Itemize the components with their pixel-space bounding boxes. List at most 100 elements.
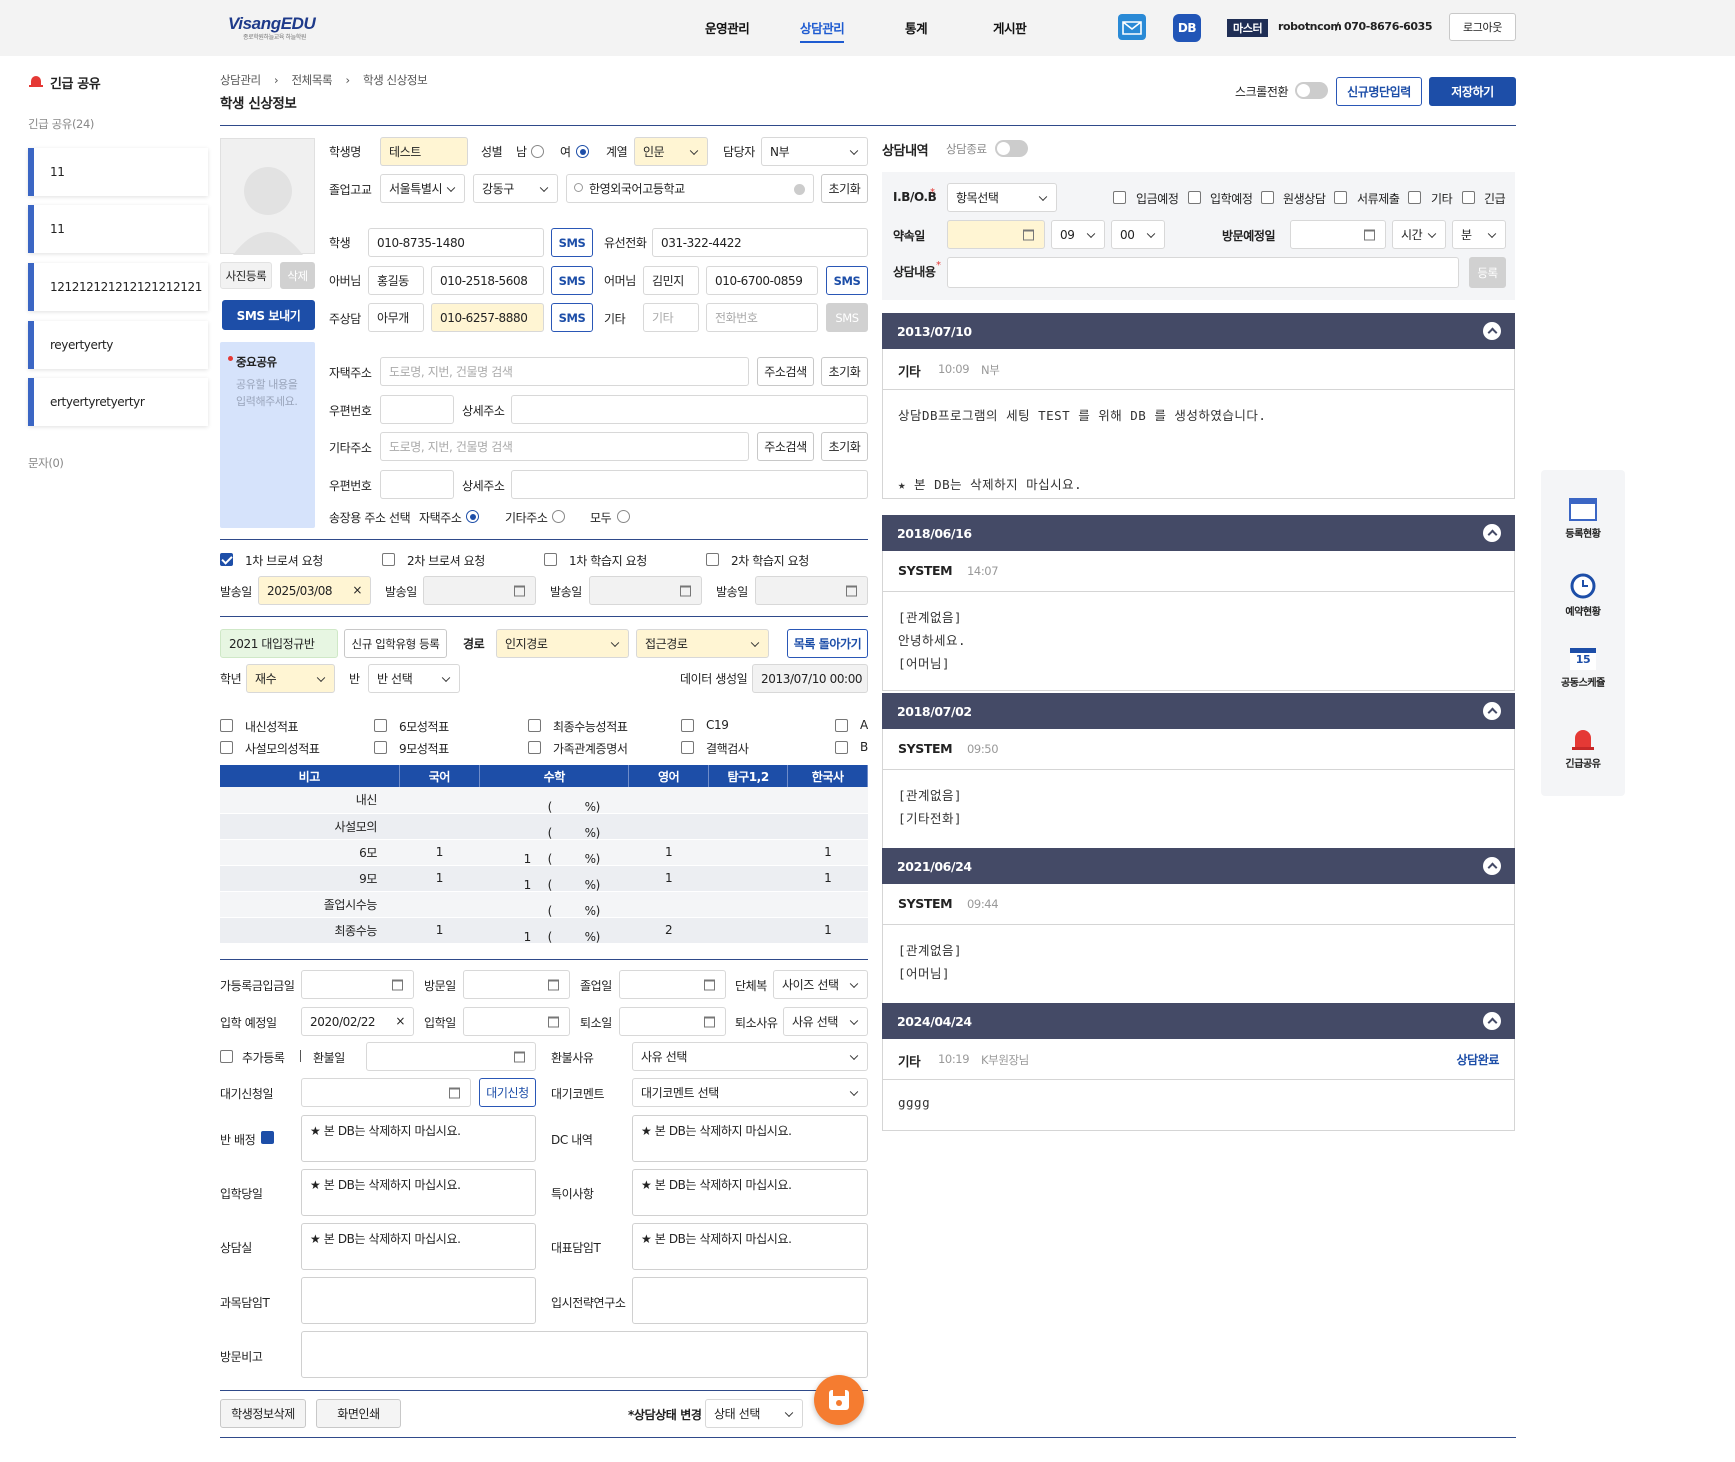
wait-apply-date-input[interactable] bbox=[301, 1078, 471, 1107]
consult-entry-header[interactable]: 2018/07/02 bbox=[882, 693, 1515, 729]
minute-select[interactable]: 00 bbox=[1111, 220, 1165, 249]
visit-plan-date-input[interactable] bbox=[1290, 220, 1386, 249]
chevron-up-icon[interactable] bbox=[1483, 857, 1501, 875]
table-cell[interactable]: (%) bbox=[479, 891, 629, 918]
main-contact-name-input[interactable]: 아무개 bbox=[368, 303, 424, 332]
mother-phone-input[interactable]: 010-6700-0859 bbox=[706, 266, 818, 295]
region2-select[interactable]: 강동구 bbox=[473, 174, 558, 203]
iob-select[interactable]: 항목선택 bbox=[947, 183, 1057, 212]
name-input[interactable]: 테스트 bbox=[380, 137, 468, 166]
sidebar-item[interactable]: 11 bbox=[28, 205, 208, 253]
doc-checkbox[interactable] bbox=[528, 719, 541, 732]
table-cell[interactable] bbox=[399, 787, 480, 814]
home-address-input[interactable]: 도로명, 지번, 건물명 검색 bbox=[380, 357, 749, 386]
visit-note-textarea[interactable] bbox=[301, 1331, 868, 1378]
leave-reason-select[interactable]: 사유 선택 bbox=[783, 1007, 868, 1036]
table-cell[interactable] bbox=[708, 787, 788, 814]
important-memo[interactable]: 중요공유 공유할 내용을 입력해주세요. bbox=[220, 342, 315, 528]
quick-item[interactable]: 긴급공유 bbox=[1541, 722, 1625, 770]
consult-checkbox[interactable] bbox=[1334, 191, 1347, 204]
grad-date-input[interactable] bbox=[619, 970, 726, 999]
other-address-search-button[interactable]: 주소검색 bbox=[757, 432, 814, 461]
leave-date-input[interactable] bbox=[619, 1007, 726, 1036]
table-cell[interactable]: 1 (%) bbox=[479, 865, 629, 892]
table-cell[interactable] bbox=[628, 813, 709, 840]
visit-date-input[interactable] bbox=[463, 970, 570, 999]
send-date-input[interactable] bbox=[755, 576, 868, 605]
table-cell[interactable] bbox=[708, 917, 788, 944]
chevron-up-icon[interactable] bbox=[1483, 524, 1501, 542]
content-input[interactable] bbox=[947, 257, 1459, 288]
table-cell[interactable]: 1 (%) bbox=[479, 839, 629, 866]
table-cell[interactable] bbox=[708, 839, 788, 866]
doc-checkbox[interactable] bbox=[374, 719, 387, 732]
father-sms-button[interactable]: SMS bbox=[551, 266, 593, 295]
father-phone-input[interactable]: 010-2518-5608 bbox=[431, 266, 544, 295]
chevron-up-icon[interactable] bbox=[1483, 1012, 1501, 1030]
delete-student-button[interactable]: 학생정보삭제 bbox=[220, 1399, 306, 1428]
main-contact-phone-input[interactable]: 010-6257-8880 bbox=[431, 303, 544, 332]
consult-end-toggle[interactable] bbox=[995, 140, 1028, 157]
delivery-other-radio[interactable] bbox=[552, 510, 565, 523]
hour-select[interactable]: 09 bbox=[1051, 220, 1105, 249]
doc-checkbox[interactable] bbox=[528, 741, 541, 754]
wait-comment-select[interactable]: 대기코멘트 선택 bbox=[632, 1078, 868, 1107]
table-cell[interactable]: 1 (%) bbox=[479, 917, 629, 944]
other-detail-address-input[interactable] bbox=[511, 470, 868, 499]
quick-item[interactable]: 등록현황 bbox=[1541, 496, 1625, 540]
class-badge[interactable]: 2021 대입정규반 bbox=[220, 629, 338, 658]
consult-checkbox[interactable] bbox=[1261, 191, 1274, 204]
chevron-up-icon[interactable] bbox=[1483, 702, 1501, 720]
table-cell[interactable] bbox=[787, 891, 868, 918]
track-select[interactable]: 인문 bbox=[634, 137, 708, 166]
table-cell[interactable] bbox=[787, 787, 868, 814]
consult-entry-header[interactable]: 2018/06/16 bbox=[882, 515, 1515, 551]
delivery-all-radio[interactable] bbox=[617, 510, 630, 523]
doc-checkbox[interactable] bbox=[681, 741, 694, 754]
clear-icon[interactable]: × bbox=[395, 1014, 405, 1028]
sidebar-item[interactable]: reyertyerty bbox=[28, 321, 208, 369]
size-select[interactable]: 사이즈 선택 bbox=[773, 970, 868, 999]
zip-input[interactable] bbox=[380, 395, 454, 424]
mail-icon[interactable] bbox=[1118, 14, 1146, 40]
consult-entry-header[interactable]: 2024/04/24 bbox=[882, 1003, 1515, 1039]
other-address-reset-button[interactable]: 초기화 bbox=[821, 432, 868, 461]
request-checkbox[interactable] bbox=[220, 553, 233, 566]
contact-route-select[interactable]: 접근경로 bbox=[636, 629, 769, 658]
table-cell[interactable]: 1 bbox=[628, 839, 709, 866]
ban-select[interactable]: 반 선택 bbox=[368, 664, 460, 693]
sidebar-item[interactable]: ertyertyretyertyr bbox=[28, 378, 208, 426]
sidebar-item[interactable]: 11 bbox=[28, 148, 208, 196]
consult-checkbox[interactable] bbox=[1113, 191, 1126, 204]
nav-consult[interactable]: 상담관리 bbox=[800, 18, 845, 43]
father-name-input[interactable]: 홍길동 bbox=[368, 266, 424, 295]
delivery-home-radio[interactable] bbox=[466, 510, 479, 523]
room-textarea[interactable]: ★ 본 DB는 삭제하지 마십시요. bbox=[301, 1223, 536, 1270]
table-cell[interactable]: 1 bbox=[399, 917, 480, 944]
refund-date-input[interactable] bbox=[366, 1042, 536, 1071]
table-cell[interactable]: 1 bbox=[787, 839, 868, 866]
table-cell[interactable]: 1 bbox=[399, 839, 480, 866]
etc-phone-input[interactable]: 전화번호 bbox=[706, 303, 818, 332]
request-checkbox[interactable] bbox=[382, 553, 395, 566]
request-checkbox[interactable] bbox=[544, 553, 557, 566]
sms-count[interactable]: 문자(0) bbox=[28, 455, 64, 471]
table-cell[interactable]: 1 bbox=[628, 865, 709, 892]
new-entry-button[interactable]: 신규명단입력 bbox=[1336, 77, 1422, 106]
send-date-input[interactable]: 2025/03/08 × bbox=[258, 576, 371, 605]
school-search-input[interactable]: 한영외국어고등학교 bbox=[566, 174, 814, 203]
print-button[interactable]: 화면인쇄 bbox=[316, 1399, 401, 1428]
table-cell[interactable]: 2 bbox=[628, 917, 709, 944]
doc-checkbox[interactable] bbox=[681, 719, 694, 732]
quick-item[interactable]: 예약현황 bbox=[1541, 570, 1625, 618]
main-sms-button[interactable]: SMS bbox=[551, 303, 593, 332]
photo-register-button[interactable]: 사진등록 bbox=[220, 262, 272, 289]
doc-checkbox[interactable] bbox=[220, 719, 233, 732]
sms-send-button[interactable]: SMS 보내기 bbox=[222, 300, 315, 330]
consult-checkbox[interactable] bbox=[1462, 191, 1475, 204]
nav-board[interactable]: 게시판 bbox=[993, 18, 1027, 37]
region1-select[interactable]: 서울특별시 bbox=[380, 174, 465, 203]
scroll-toggle[interactable] bbox=[1295, 82, 1328, 99]
photo-delete-button[interactable]: 삭제 bbox=[280, 262, 315, 289]
pre-pay-date-input[interactable] bbox=[301, 970, 414, 999]
